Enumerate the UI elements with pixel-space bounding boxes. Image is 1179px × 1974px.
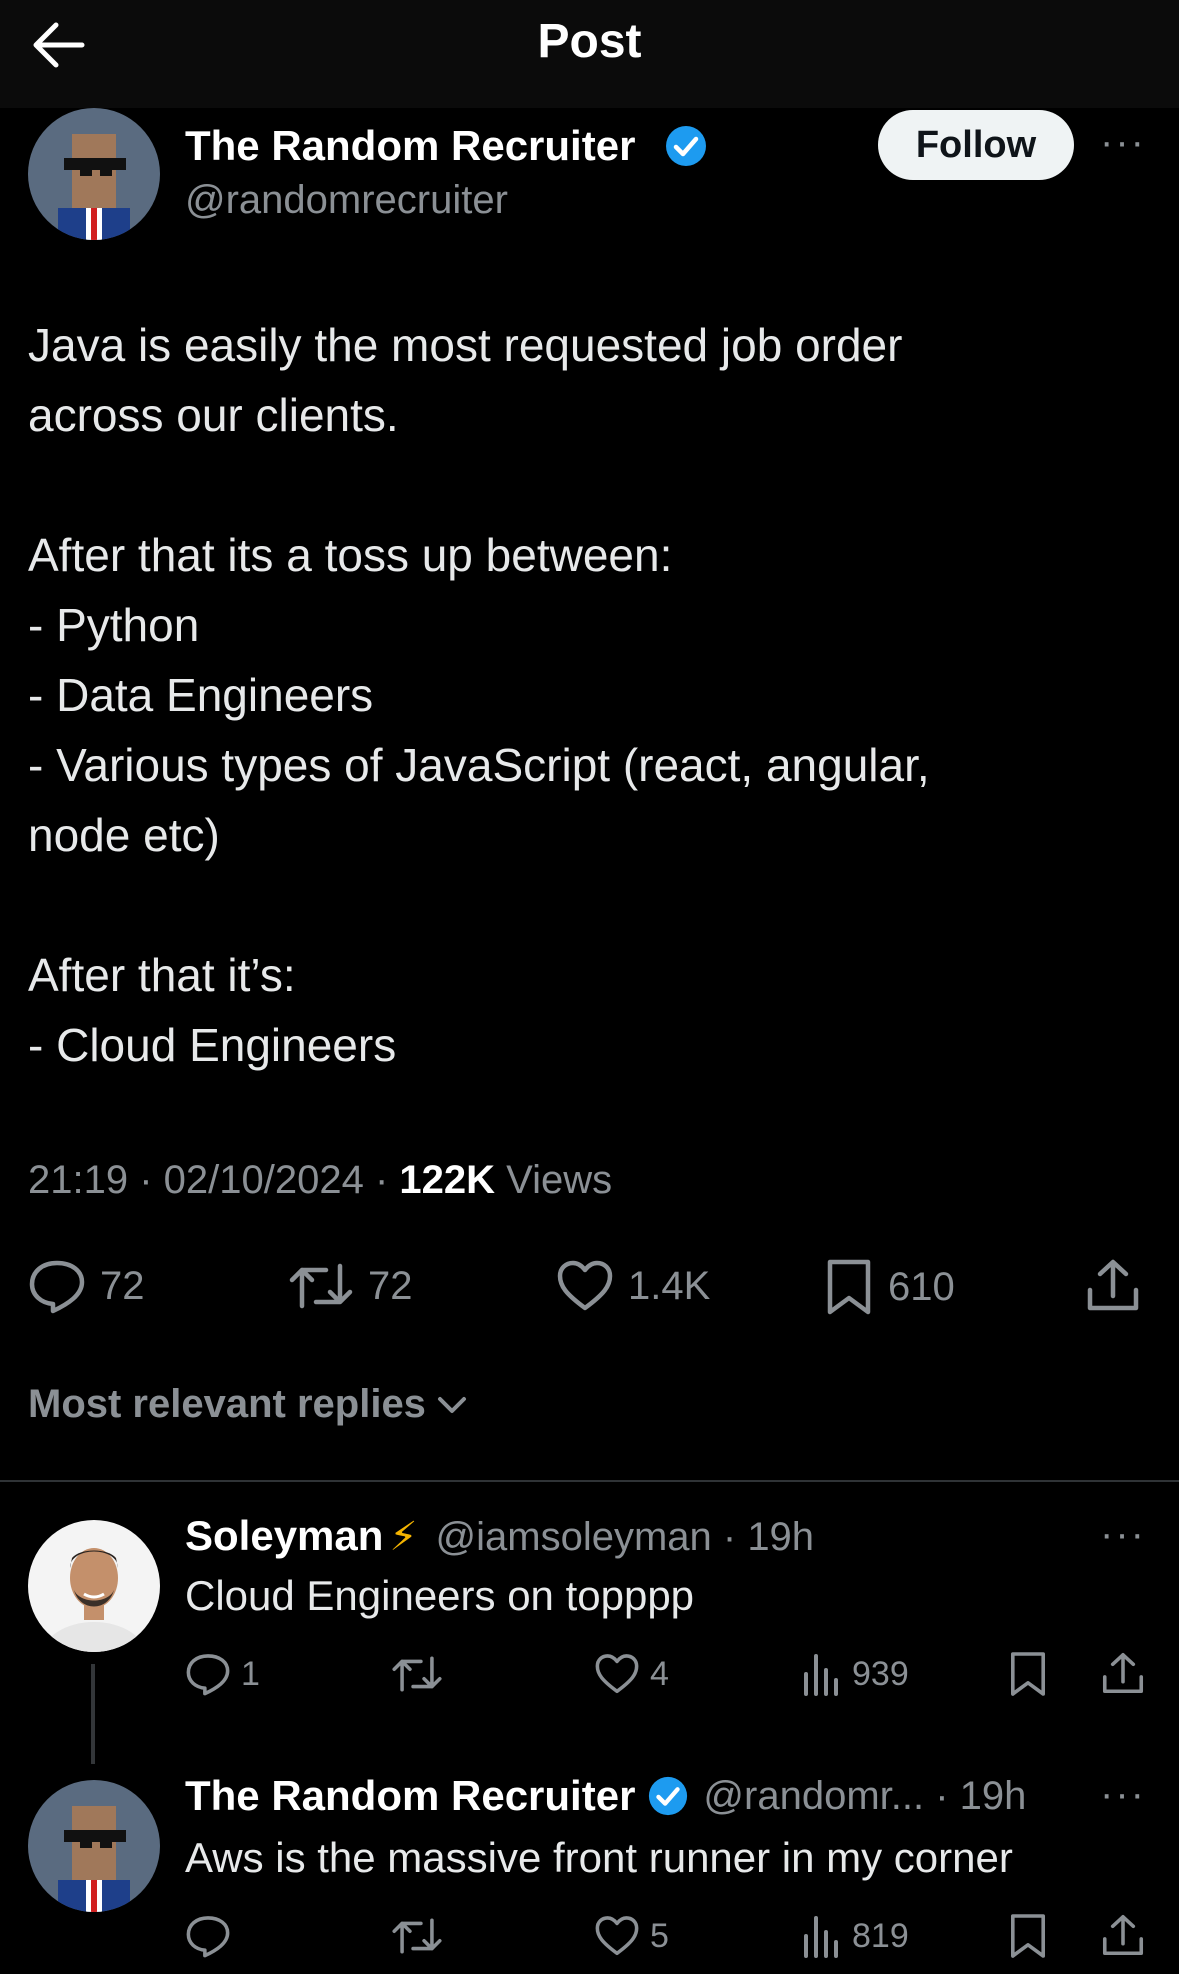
thread-line	[91, 1664, 95, 1764]
bookmark-button[interactable]: 610	[824, 1258, 955, 1316]
like-icon	[557, 1260, 613, 1311]
repost-icon	[392, 1656, 442, 1692]
views-icon	[804, 1916, 838, 1958]
reply-text: Cloud Engineers on topppp	[185, 1572, 695, 1619]
repost-count: 72	[368, 1263, 413, 1308]
share-icon	[1102, 1652, 1144, 1694]
section-divider	[0, 1480, 1179, 1482]
reply-repost-button[interactable]	[390, 1914, 454, 1958]
reply-like-button[interactable]: 5	[594, 1914, 669, 1958]
author-handle[interactable]: @randomrecruiter	[185, 178, 508, 223]
reply-avatar[interactable]	[28, 1780, 160, 1912]
reply-handle-time[interactable]: @randomr... · 19h	[703, 1774, 1026, 1819]
share-button[interactable]	[1084, 1256, 1156, 1314]
reply-bookmark-button[interactable]	[1008, 1912, 1058, 1960]
like-icon	[595, 1654, 639, 1694]
reply-reply-button[interactable]	[185, 1914, 241, 1958]
reply-repost-button[interactable]	[390, 1652, 454, 1696]
reply-views-count: 939	[852, 1654, 909, 1693]
reply-share-button[interactable]	[1100, 1650, 1156, 1696]
reply-bookmark-button[interactable]	[1008, 1650, 1058, 1698]
reply-more-icon[interactable]: ···	[1100, 1772, 1146, 1817]
reply-views-count: 819	[852, 1916, 909, 1955]
verified-icon	[649, 1776, 688, 1816]
reply-author-name[interactable]: The Random Recruiter	[185, 1772, 635, 1820]
repost-button[interactable]: 72	[288, 1258, 413, 1314]
reply-like-count: 5	[650, 1916, 669, 1955]
page-title: Post	[537, 15, 642, 68]
like-count: 1.4K	[628, 1263, 711, 1308]
reply-icon	[29, 1260, 85, 1314]
repost-icon	[289, 1263, 353, 1309]
reply-handle-time[interactable]: @iamsoleyman · 19h	[436, 1515, 815, 1560]
views-icon	[804, 1654, 838, 1696]
replies-sort-label: Most relevant replies	[28, 1382, 426, 1426]
reply-reply-count: 1	[241, 1654, 260, 1693]
like-button[interactable]: 1.4K	[556, 1258, 710, 1314]
repost-icon	[392, 1918, 442, 1954]
reply-views-button[interactable]: 819	[802, 1914, 909, 1958]
author-avatar[interactable]	[28, 108, 160, 240]
post-meta: 21:19 · 02/10/2024 · 122K Views	[28, 1158, 612, 1203]
bookmark-count: 610	[888, 1264, 955, 1309]
bookmark-icon	[1011, 1914, 1045, 1958]
reply-avatar[interactable]	[28, 1520, 160, 1652]
reply-reply-button[interactable]: 1	[185, 1652, 260, 1696]
reply-author-name[interactable]: Soleyman	[185, 1512, 383, 1560]
verified-icon	[664, 124, 708, 173]
reply-views-button[interactable]: 939	[802, 1652, 909, 1696]
views-label: Views	[495, 1158, 613, 1202]
reply-button[interactable]: 72	[28, 1258, 145, 1314]
reply-like-count: 4	[650, 1654, 669, 1693]
bookmark-icon	[827, 1259, 871, 1315]
reply-count: 72	[100, 1263, 145, 1308]
follow-button[interactable]: Follow	[878, 110, 1074, 180]
reply-icon	[186, 1916, 230, 1958]
reply-share-button[interactable]	[1100, 1912, 1156, 1958]
replies-sort-dropdown[interactable]: Most relevant replies	[28, 1382, 470, 1427]
reply-icon	[186, 1654, 230, 1696]
share-icon	[1087, 1259, 1139, 1311]
post-text: Java is easily the most requested job or…	[28, 319, 930, 1071]
share-icon	[1102, 1914, 1144, 1956]
reply-more-icon[interactable]: ···	[1100, 1512, 1146, 1557]
bookmark-icon	[1011, 1652, 1045, 1696]
post-timestamp: 21:19 · 02/10/2024 ·	[28, 1158, 400, 1202]
author-name[interactable]: The Random Recruiter	[185, 122, 635, 170]
chevron-down-icon	[437, 1396, 466, 1413]
views-count: 122K	[399, 1158, 496, 1202]
reply-header: The Random Recruiter @randomr... · 19h	[185, 1772, 1026, 1820]
reply-like-button[interactable]: 4	[594, 1652, 669, 1696]
more-options-icon[interactable]: ···	[1100, 120, 1146, 165]
lightning-icon: ⚡	[389, 1515, 418, 1559]
reply-header: Soleyman ⚡ @iamsoleyman · 19h	[185, 1512, 814, 1560]
like-icon	[595, 1916, 639, 1956]
reply-text: Aws is the massive front runner in my co…	[185, 1834, 1013, 1881]
